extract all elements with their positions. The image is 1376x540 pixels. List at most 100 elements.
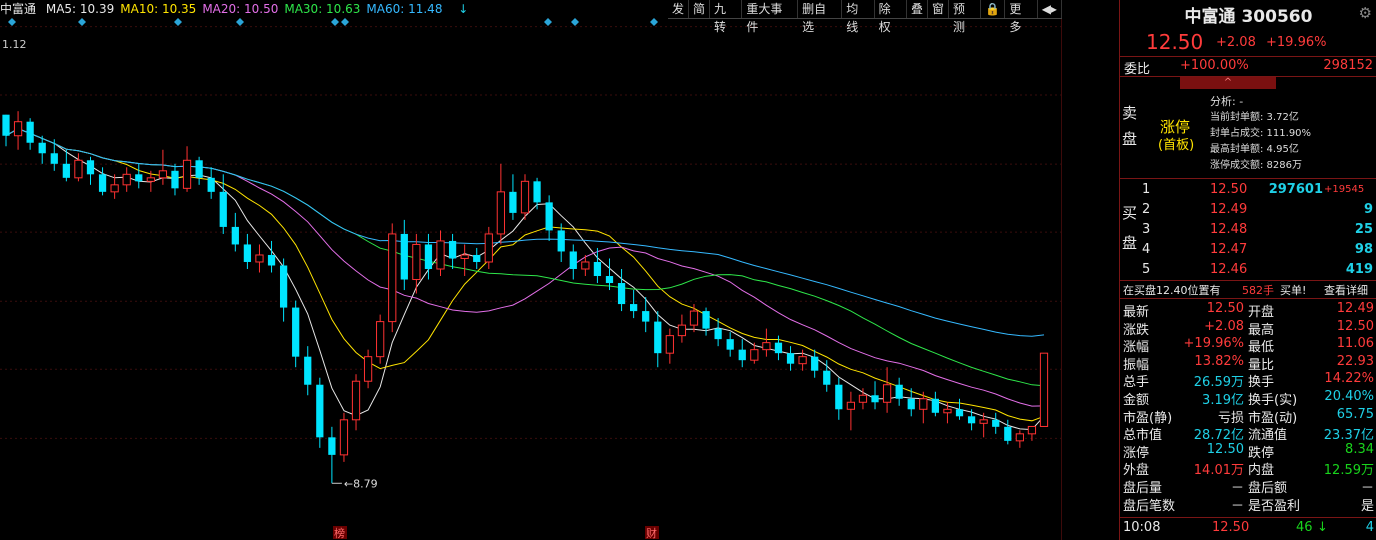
candle-body-down[interactable] xyxy=(50,153,58,164)
candle-body-down[interactable] xyxy=(726,339,734,350)
candle-body-up[interactable] xyxy=(146,177,155,182)
candle-body-down[interactable] xyxy=(219,191,227,227)
candle-body-up[interactable] xyxy=(1015,433,1024,442)
candle-body-down[interactable] xyxy=(738,349,746,361)
candle-body-down[interactable] xyxy=(593,261,602,277)
candle-body-up[interactable] xyxy=(919,398,928,410)
toolbar-button[interactable]: 九转 xyxy=(710,0,743,34)
event-marker-icon[interactable] xyxy=(650,18,658,26)
candle-body-up[interactable] xyxy=(1027,425,1037,435)
candle-body-up[interactable] xyxy=(1039,352,1049,427)
kline-chart-area[interactable]: 21.8119.8617.8915.9513.9812.0410.07←8.79… xyxy=(0,0,1062,540)
toolbar-button[interactable]: 重大事件 xyxy=(742,0,799,34)
kline-chart[interactable]: 21.8119.8617.8915.9513.9812.0410.07←8.79… xyxy=(0,0,1062,540)
candle-body-down[interactable] xyxy=(328,437,336,455)
candle-body-up[interactable] xyxy=(858,394,868,403)
candle-body-down[interactable] xyxy=(823,370,831,385)
candle-body-up[interactable] xyxy=(255,254,264,263)
toolbar-button[interactable]: 均线 xyxy=(842,0,875,34)
candle-body-down[interactable] xyxy=(654,321,662,354)
candle-body-down[interactable] xyxy=(448,240,457,259)
buy-level-row[interactable]: 2 12.49 9 xyxy=(1120,200,1376,220)
candle-body-down[interactable] xyxy=(557,230,565,252)
buy-level-row[interactable]: 4 12.47 98 xyxy=(1120,240,1376,260)
event-marker-icon[interactable] xyxy=(331,18,339,26)
toolbar-button[interactable]: 🔒 xyxy=(981,0,1006,18)
candle-body-up[interactable] xyxy=(979,419,988,424)
candle-body-up[interactable] xyxy=(665,335,674,354)
candle-body-down[interactable] xyxy=(545,202,553,231)
candle-body-down[interactable] xyxy=(2,114,10,136)
candle-body-up[interactable] xyxy=(762,342,771,351)
toolbar-button[interactable]: 删自选 xyxy=(798,0,843,34)
candle-body-down[interactable] xyxy=(400,233,408,280)
candle-body-up[interactable] xyxy=(581,261,590,270)
event-marker-icon[interactable] xyxy=(78,18,86,26)
toolbar-button[interactable]: 发 xyxy=(668,0,690,18)
candle-body-down[interactable] xyxy=(424,244,433,269)
candle-body-up[interactable] xyxy=(158,170,168,179)
candle-body-up[interactable] xyxy=(484,233,493,263)
candle-body-up[interactable] xyxy=(436,240,445,270)
toolbar-button[interactable]: 叠 xyxy=(907,0,928,18)
candle-body-up[interactable] xyxy=(110,184,119,193)
candle-body-up[interactable] xyxy=(74,159,83,179)
candle-body-up[interactable] xyxy=(376,321,385,358)
candle-body-down[interactable] xyxy=(786,353,795,364)
candle-body-down[interactable] xyxy=(207,177,215,192)
candle-body-down[interactable] xyxy=(835,384,843,410)
candle-body-down[interactable] xyxy=(316,384,324,438)
candle-body-down[interactable] xyxy=(702,311,710,329)
candle-body-down[interactable] xyxy=(605,276,614,284)
candle-body-down[interactable] xyxy=(811,356,819,371)
event-marker-icon[interactable] xyxy=(544,18,552,26)
toolbar-button[interactable]: 更多 xyxy=(1005,0,1038,34)
candle-body-up[interactable] xyxy=(363,356,373,382)
candle-body-down[interactable] xyxy=(895,384,903,399)
expand-up-icon[interactable]: ^ xyxy=(1180,77,1276,89)
buy-level-row[interactable]: 3 12.48 25 xyxy=(1120,220,1376,240)
view-detail-link[interactable]: 查看详细 xyxy=(1324,282,1368,298)
toolbar-button[interactable]: 窗 xyxy=(928,0,949,18)
candle-body-down[interactable] xyxy=(967,416,976,424)
candle-body-down[interactable] xyxy=(955,409,964,417)
event-marker-icon[interactable] xyxy=(174,18,182,26)
candle-body-down[interactable] xyxy=(135,174,143,182)
candle-body-up[interactable] xyxy=(388,233,397,323)
candle-body-up[interactable] xyxy=(689,310,699,326)
candle-body-down[interactable] xyxy=(195,160,203,178)
toolbar-button[interactable]: 除权 xyxy=(875,0,907,34)
candle-body-down[interactable] xyxy=(714,328,722,340)
candle-body-down[interactable] xyxy=(473,254,481,262)
candle-body-up[interactable] xyxy=(351,380,361,421)
settings-gear-icon[interactable]: ⚙ xyxy=(1359,4,1372,22)
toolbar-button[interactable]: ◀▸ xyxy=(1038,0,1062,18)
event-marker-icon[interactable] xyxy=(341,18,349,26)
buy-level-row[interactable]: 1 12.50 297601 +19545 xyxy=(1120,180,1376,200)
candle-body-up[interactable] xyxy=(846,401,856,410)
candle-body-down[interactable] xyxy=(171,170,179,189)
candle-body-down[interactable] xyxy=(279,265,288,308)
event-marker-icon[interactable] xyxy=(236,18,244,26)
candle-body-up[interactable] xyxy=(798,356,807,365)
candle-body-down[interactable] xyxy=(26,121,34,143)
toolbar-button[interactable]: 简 xyxy=(689,0,711,18)
candle-body-down[interactable] xyxy=(38,142,46,154)
candle-body-down[interactable] xyxy=(533,181,541,203)
candle-body-down[interactable] xyxy=(1004,426,1012,441)
candle-body-down[interactable] xyxy=(617,283,626,305)
toolbar-button[interactable]: 预测 xyxy=(949,0,982,34)
candle-body-down[interactable] xyxy=(907,398,915,410)
candle-body-down[interactable] xyxy=(304,356,312,385)
candle-body-up[interactable] xyxy=(182,159,192,189)
ma-arrow-icon[interactable]: ↓ xyxy=(458,2,468,16)
candle-body-down[interactable] xyxy=(231,226,239,245)
candle-body-up[interactable] xyxy=(412,243,421,281)
candle-body-up[interactable] xyxy=(460,254,469,259)
candle-body-down[interactable] xyxy=(62,163,70,178)
candle-body-up[interactable] xyxy=(496,191,505,235)
candle-body-down[interactable] xyxy=(931,398,939,413)
buy-level-row[interactable]: 5 12.46 419 xyxy=(1120,260,1376,280)
event-marker-icon[interactable] xyxy=(571,18,579,26)
candle-body-up[interactable] xyxy=(520,180,530,214)
